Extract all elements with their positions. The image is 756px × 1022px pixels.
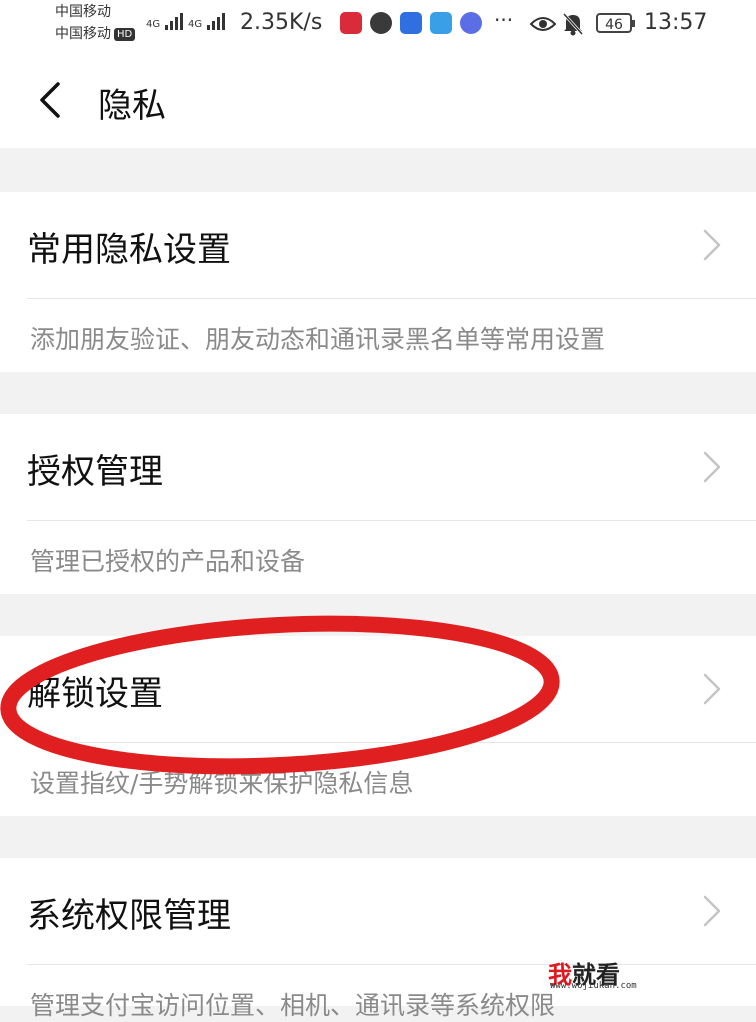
chevron-right-icon	[703, 229, 721, 261]
watermark: 我就看 www.wojiukan.com	[548, 955, 658, 995]
app-icon-blue	[400, 12, 422, 34]
network-type-2: 4G	[188, 19, 203, 30]
system-permissions-row[interactable]: 系统权限管理	[0, 858, 756, 964]
section-description: 设置指纹/手势解锁来保护隐私信息	[30, 769, 414, 798]
eye-icon	[530, 17, 556, 31]
app-icon-music	[460, 12, 482, 34]
hd-badge: HD	[114, 27, 136, 41]
section-label: 常用隐私设置	[27, 230, 231, 270]
carrier-2: 中国移动 HD	[55, 26, 136, 42]
more-notifications-icon: ···	[494, 8, 514, 32]
authorization-row[interactable]: 授权管理	[0, 414, 756, 520]
mute-bell-icon	[562, 12, 584, 36]
section-label: 解锁设置	[27, 674, 163, 714]
divider	[27, 742, 756, 743]
section-privacy-settings: 常用隐私设置 添加朋友验证、朋友动态和通讯录黑名单等常用设置	[0, 192, 756, 372]
carrier-1: 中国移动	[55, 4, 111, 20]
header: 隐私	[0, 50, 756, 148]
chevron-right-icon	[703, 673, 721, 705]
divider	[27, 520, 756, 521]
section-description: 添加朋友验证、朋友动态和通讯录黑名单等常用设置	[30, 325, 606, 354]
section-label: 系统权限管理	[27, 896, 231, 936]
network-speed: 2.35K/s	[240, 10, 323, 35]
signal-2: 4G	[188, 12, 226, 30]
section-label: 授权管理	[27, 452, 163, 492]
status-bar: 中国移动 中国移动 HD 4G 4G 2.35K/s ··· 46 13:57	[0, 0, 756, 50]
chevron-right-icon	[703, 451, 721, 483]
battery-icon: 46	[596, 13, 635, 33]
unlock-settings-row[interactable]: 解锁设置	[0, 636, 756, 742]
chevron-left-icon[interactable]	[32, 80, 72, 120]
section-description: 管理已授权的产品和设备	[30, 547, 306, 576]
divider	[27, 298, 756, 299]
clock: 13:57	[644, 10, 708, 35]
network-type-1: 4G	[146, 19, 161, 30]
carrier-2-label: 中国移动	[55, 26, 111, 42]
app-icon-weather	[430, 12, 452, 34]
signal-bars-icon	[165, 12, 184, 30]
chevron-right-icon	[703, 895, 721, 927]
watermark-url: www.wojiukan.com	[550, 981, 637, 991]
section-authorization: 授权管理 管理已授权的产品和设备	[0, 414, 756, 594]
privacy-settings-row[interactable]: 常用隐私设置	[0, 192, 756, 298]
section-description: 管理支付宝访问位置、相机、通讯录等系统权限	[30, 991, 556, 1020]
section-unlock-settings: 解锁设置 设置指纹/手势解锁来保护隐私信息	[0, 636, 756, 816]
app-icon-dark	[370, 12, 392, 34]
signal-1: 4G	[146, 12, 184, 30]
page-title: 隐私	[98, 86, 166, 126]
app-icon-red	[340, 12, 362, 34]
notification-icons	[340, 12, 482, 34]
signal-bars-icon	[207, 12, 226, 30]
